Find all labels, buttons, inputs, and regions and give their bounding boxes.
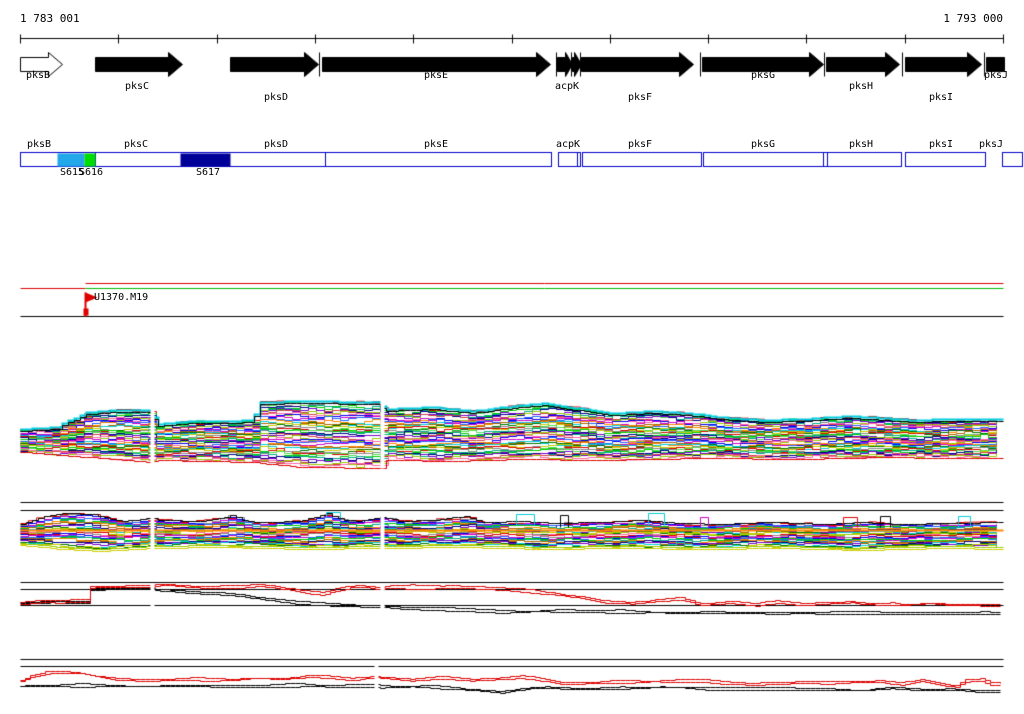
sequence-end-coordinate: 1 793 000 [943,12,1003,25]
sequence-start-coordinate: 1 783 001 [20,12,80,25]
genome-browser-view: 1 783 001 1 793 000 U1370.M19 pksB pksC pk… [0,0,1024,714]
marker-label: U1370.M19 [94,292,149,303]
genome-view-canvas[interactable] [0,0,1024,714]
